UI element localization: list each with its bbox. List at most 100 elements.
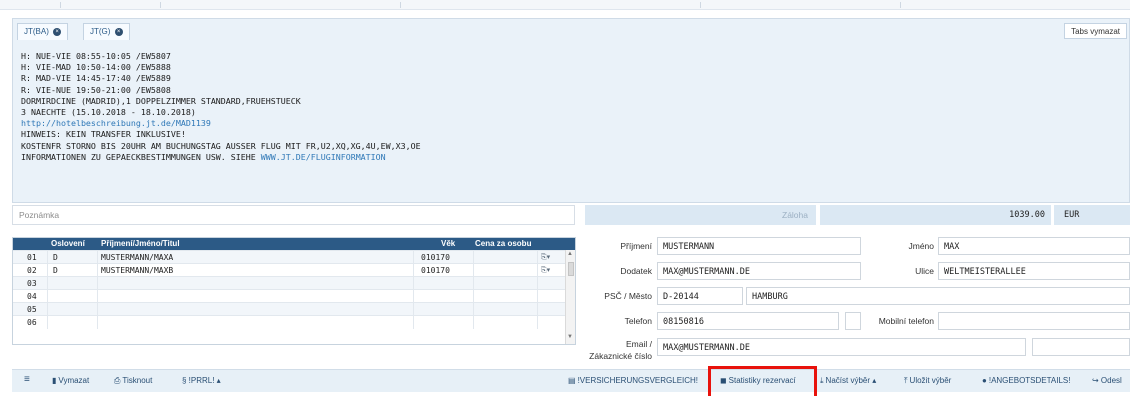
scroll-thumb[interactable] [568,262,574,276]
row-age[interactable]: 010170 [421,266,450,275]
booking-info-text: H: NUE-VIE 08:55-10:05 /EW5807 H: VIE-MA… [21,51,421,163]
deposit-amount: 1039.00 [820,205,1051,225]
print-button[interactable]: ⎙ Tisknout [114,376,152,386]
highlight-box [708,366,817,396]
mobile-label: Mobilní telefon [878,316,934,326]
table-row[interactable]: 03 [13,276,575,290]
row-number: 06 [27,318,37,327]
firstname-label: Jméno [908,241,934,251]
email-label: Email / [626,339,652,349]
top-bar-divider [900,2,901,8]
column-divider [413,316,414,329]
zip-field[interactable]: D-20144 [657,287,743,305]
column-divider [47,316,48,329]
column-divider [473,316,474,329]
info-line: DORMIRDCINE (MADRID),1 DOPPELZIMMER STAN… [21,95,301,106]
delete-button[interactable]: ▮ Vymazat [52,376,89,385]
top-bar [0,0,1130,10]
firstname-field[interactable]: MAX [938,237,1130,255]
row-number: 02 [27,266,37,275]
table-scrollbar[interactable]: ▲ ▼ [565,250,575,344]
column-divider [537,316,538,329]
surname-field[interactable]: MUSTERMANN [657,237,861,255]
table-row[interactable]: 01 D MUSTERMANN/MAXA 010170 ⎘▾ [13,250,575,264]
download-icon: ⤓ [820,376,824,385]
scroll-down-icon[interactable]: ▼ [567,334,573,340]
table-header: Oslovení Příjmení/Jméno/Titul Věk Cena z… [13,238,575,250]
info-line: H: NUE-VIE 08:55-10:05 /EW5807 [21,51,171,61]
scroll-up-icon[interactable]: ▲ [567,251,573,257]
row-number: 05 [27,305,37,314]
customer-number-label: Zákaznické číslo [589,351,652,361]
table-row[interactable]: 04 [13,289,575,303]
customer-number-field[interactable] [1032,338,1130,356]
flight-info-link[interactable]: WWW.JT.DE/FLUGINFORMATION [261,152,386,162]
top-bar-divider [700,2,701,8]
info-line: H: VIE-MAD 10:50-14:00 /EW5888 [21,62,171,73]
table-row[interactable]: 02 D MUSTERMANN/MAXB 010170 ⎘▾ [13,263,575,277]
row-name[interactable]: MUSTERMANN/MAXA [101,253,173,262]
surname-label: Příjmení [620,241,652,251]
send-button[interactable]: ↪ Odesl [1092,376,1122,385]
row-action-icons[interactable]: ⎘▾ [541,253,550,262]
addition-label: Dodatek [620,266,652,276]
print-label: Tisknout [122,376,153,385]
row-salutation[interactable]: D [53,253,58,262]
row-age[interactable]: 010170 [421,253,450,262]
info-line: INFORMATIONEN ZU GEPAECKBESTIMMUNGEN USW… [21,151,261,162]
email-field[interactable]: MAX@MUSTERMANN.DE [657,338,1026,356]
insurance-compare-button[interactable]: ▤ !VERSICHERUNGSVERGLEICH! [568,376,698,385]
table-row[interactable]: 06 [13,315,575,329]
insurance-label: !VERSICHERUNGSVERGLEICH! [577,376,699,385]
row-number: 03 [27,279,37,288]
zip-city-label: PSČ / Město [604,291,652,301]
passenger-table: Oslovení Příjmení/Jméno/Titul Věk Cena z… [12,237,576,345]
phone-extra-field[interactable] [845,312,861,330]
table-row[interactable]: 05 [13,302,575,316]
menu-icon[interactable]: ≡ [24,374,30,385]
column-divider [97,316,98,329]
addition-field[interactable]: MAX@MUSTERMANN.DE [657,262,861,280]
column-header-age: Věk [441,239,456,248]
column-header-name: Příjmení/Jméno/Titul [101,239,180,248]
save-label: Uložit výběr [909,376,952,385]
top-bar-divider [400,2,401,8]
offer-label: !ANGEBOTSDETAILS! [988,376,1071,385]
deposit-currency: EUR [1054,205,1130,225]
city-field[interactable]: HAMBURG [746,287,1130,305]
prrl-button[interactable]: § !PRRL! ▴ [182,376,221,385]
hotel-link[interactable]: http://hotelbeschreibung.jt.de/MAD1139 [21,118,211,128]
street-field[interactable]: WELTMEISTERALLEE [938,262,1130,280]
offer-details-button[interactable]: ● !ANGEBOTSDETAILS! [982,376,1071,385]
phone-label: Telefon [624,316,652,326]
top-bar-divider [160,2,161,8]
top-bar-divider [60,2,61,8]
tabs-clear-button[interactable]: Tabs vymazat [1064,23,1127,39]
save-selection-button[interactable]: ⤒ Uložit výběr [904,376,951,386]
phone-field[interactable]: 08150816 [657,312,839,330]
row-salutation[interactable]: D [53,266,58,275]
row-action-icons[interactable]: ⎘▾ [541,266,550,275]
column-header-price: Cena za osobu [475,239,532,248]
row-number: 04 [27,292,37,301]
column-header-salutation: Oslovení [51,239,85,248]
info-icon: ● [982,376,987,385]
note-input[interactable]: Poznámka [12,205,575,225]
row-name[interactable]: MUSTERMANN/MAXB [101,266,173,275]
info-line: R: MAD-VIE 14:45-17:40 /EW5889 [21,73,171,84]
printer-icon: ⎙ [114,376,121,385]
tab-jt-ba[interactable]: JT(BA) × [17,23,69,40]
load-label: Načíst výběr ▴ [825,376,877,385]
upload-icon: ⤒ [904,376,908,385]
load-selection-button[interactable]: ⤓ Načíst výběr ▴ [820,376,876,386]
tab-strip: JT(BA) × JT(G) × Tabs vymazat [13,19,1129,40]
tab-jt-g[interactable]: JT(G) × [83,23,130,40]
info-line: HINWEIS: KEIN TRANSFER INKLUSIVE! [21,129,186,140]
info-line: R: VIE-NUE 19:50-21:00 /EW5808 [21,84,171,95]
row-number: 01 [27,253,37,262]
close-icon[interactable]: × [53,27,62,36]
close-icon[interactable]: × [114,27,123,36]
delete-label: Vymazat [58,376,90,385]
mobile-field[interactable] [938,312,1130,330]
trash-icon: ▮ [52,376,57,385]
